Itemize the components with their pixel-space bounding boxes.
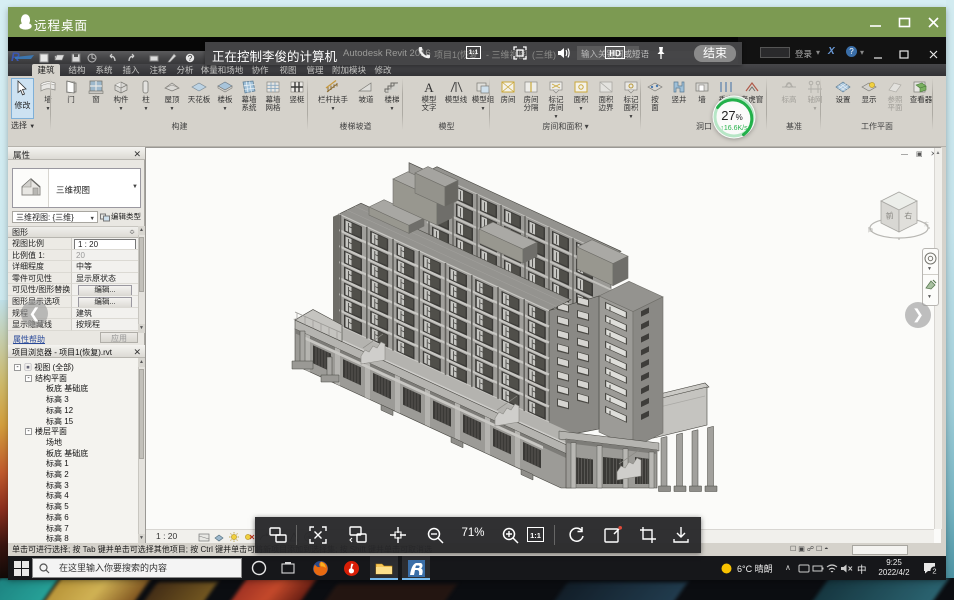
- svg-text:2: 2: [932, 566, 936, 575]
- svg-text:东: 东: [924, 221, 929, 228]
- svg-text:西: 西: [868, 228, 873, 234]
- svg-text:A: A: [424, 80, 434, 95]
- svg-text:↑16.6K/s: ↑16.6K/s: [720, 125, 748, 132]
- svg-text:?: ?: [188, 54, 193, 63]
- svg-text:前: 前: [885, 210, 894, 221]
- svg-text:右: 右: [904, 210, 913, 221]
